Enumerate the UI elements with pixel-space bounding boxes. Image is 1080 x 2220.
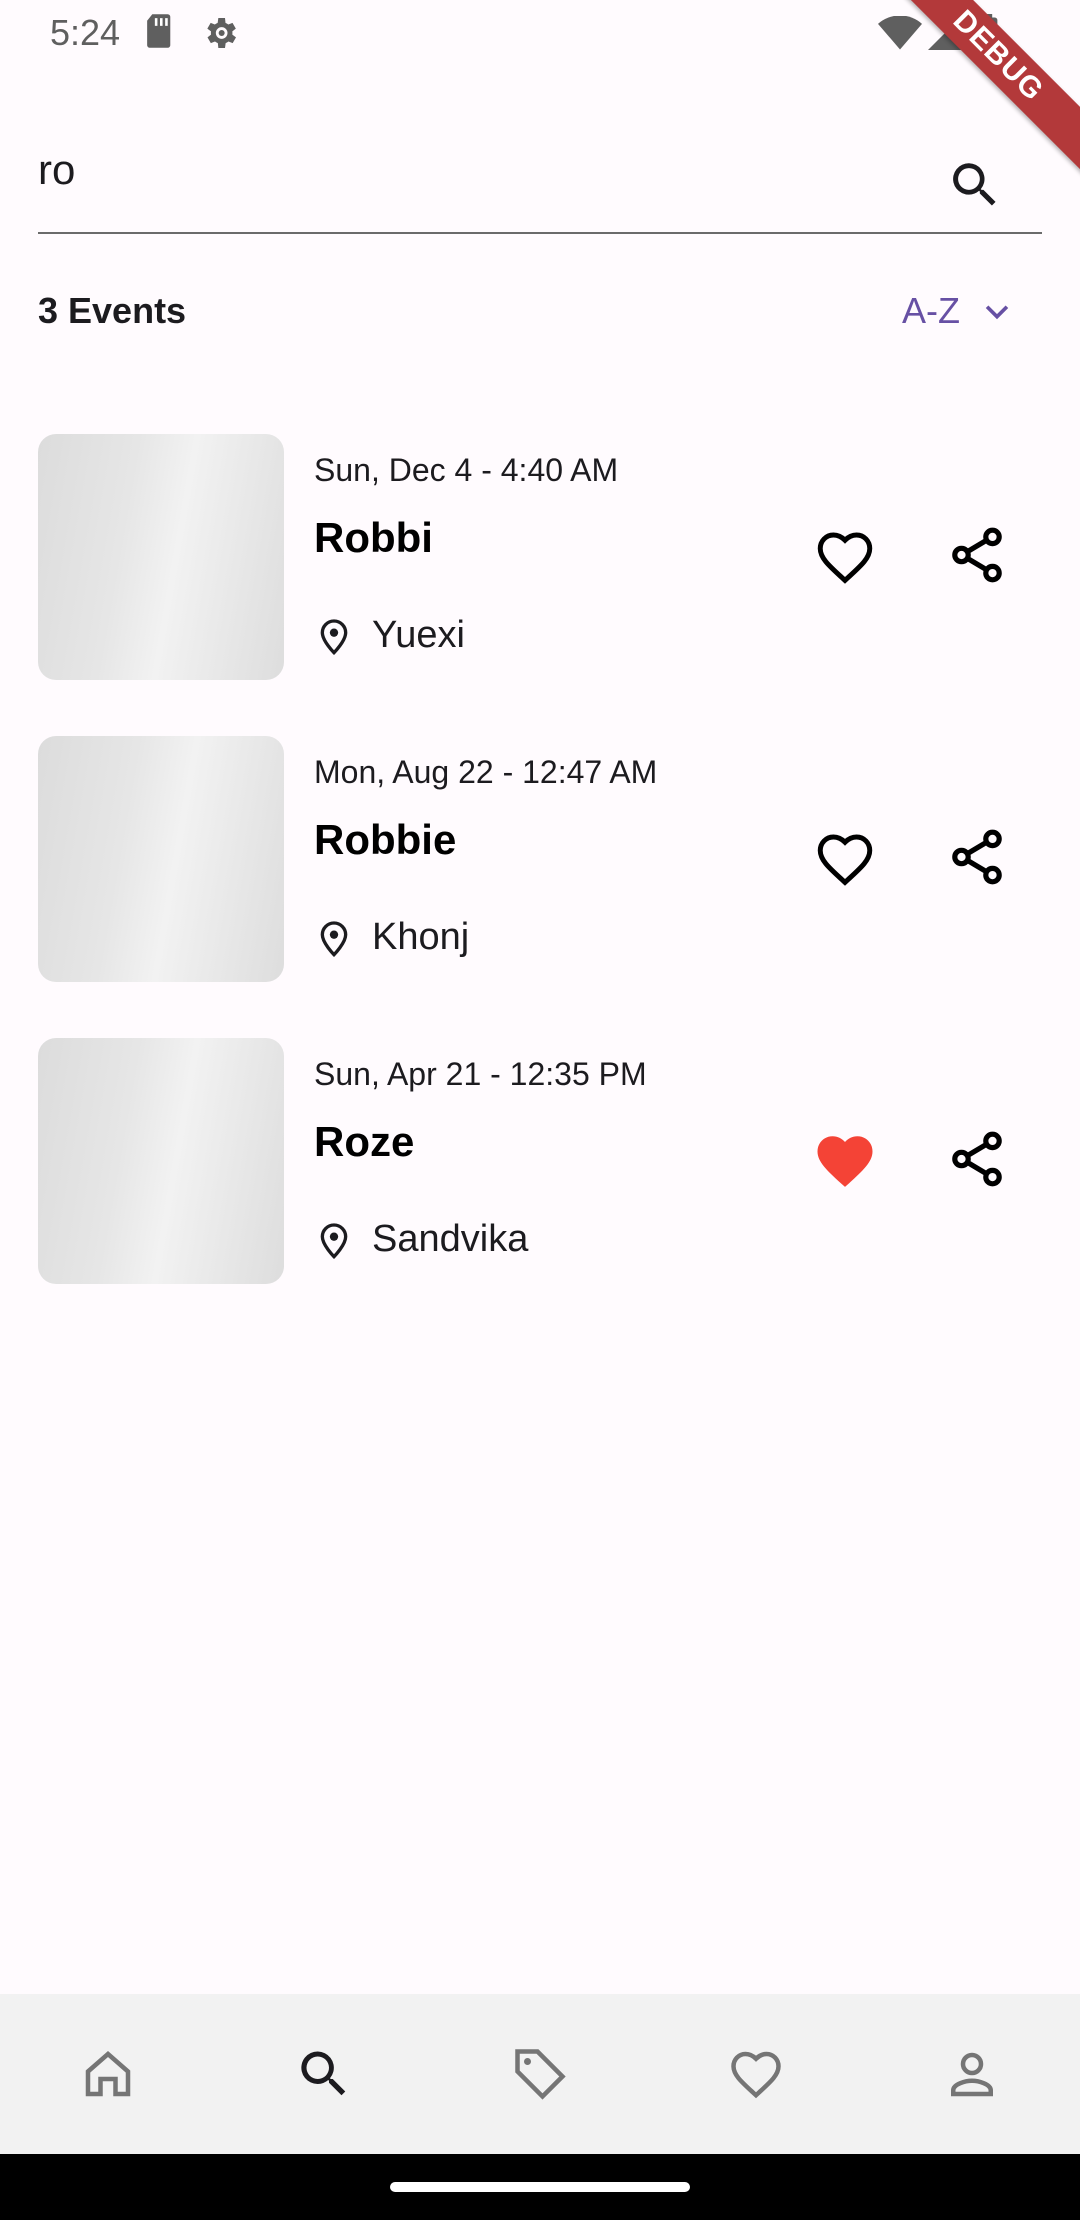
favorite-button[interactable] (812, 524, 878, 590)
event-location-text: Khonj (372, 916, 470, 958)
share-button[interactable] (946, 826, 1008, 888)
results-header: 3 Events A-Z (38, 280, 1042, 340)
search-input[interactable] (38, 140, 918, 200)
search-icon (953, 163, 996, 206)
event-location-text: Yuexi (372, 614, 465, 656)
event-thumbnail (38, 1038, 284, 1284)
bottom-nav (0, 1994, 1080, 2154)
person-icon (951, 2052, 993, 2097)
event-location-text: Sandvika (372, 1218, 529, 1260)
home-gesture-handle[interactable] (390, 2182, 690, 2192)
favorite-button[interactable] (812, 1128, 878, 1194)
settings-icon (200, 13, 240, 58)
wifi-icon (878, 15, 922, 55)
nav-profile[interactable] (932, 2034, 1012, 2114)
favorite-button[interactable] (812, 826, 878, 892)
search-button[interactable] (946, 156, 1004, 214)
share-icon (952, 1131, 1002, 1187)
search-icon (301, 2051, 346, 2096)
event-card[interactable]: Mon, Aug 22 - 12:47 AM Robbie Khonj (38, 736, 1042, 982)
event-location: Khonj (314, 916, 469, 959)
event-thumbnail (38, 434, 284, 680)
heart-outline-icon (817, 532, 873, 584)
event-date: Mon, Aug 22 - 12:47 AM (314, 754, 658, 790)
status-bar: 5:24 (0, 0, 1080, 66)
event-list: Sun, Dec 4 - 4:40 AM Robbi Yuexi Mon, Au… (38, 434, 1042, 1340)
home-icon (85, 2051, 131, 2097)
heart-icon (731, 2051, 781, 2099)
system-gesture-bar (0, 2154, 1080, 2220)
search-bar (38, 120, 1042, 234)
nav-tags[interactable] (500, 2034, 580, 2114)
location-pin-icon (320, 1222, 348, 1259)
event-date: Sun, Apr 21 - 12:35 PM (314, 1056, 647, 1092)
heart-filled-icon (817, 1136, 873, 1187)
share-button[interactable] (946, 524, 1008, 586)
chevron-down-icon (985, 305, 1009, 320)
tag-icon (515, 2049, 566, 2100)
event-thumbnail (38, 736, 284, 982)
nav-favorites[interactable] (716, 2034, 796, 2114)
event-location: Yuexi (314, 614, 465, 657)
event-card[interactable]: Sun, Dec 4 - 4:40 AM Robbi Yuexi (38, 434, 1042, 680)
event-title: Robbi (314, 514, 433, 561)
event-title: Roze (314, 1118, 415, 1165)
event-date: Sun, Dec 4 - 4:40 AM (314, 452, 619, 488)
event-card[interactable]: Sun, Apr 21 - 12:35 PM Roze Sandvika (38, 1038, 1042, 1284)
status-time: 5:24 (50, 12, 121, 53)
event-title: Robbie (314, 816, 457, 863)
heart-outline-icon (817, 834, 873, 886)
nav-home[interactable] (68, 2034, 148, 2114)
share-icon (952, 829, 1002, 885)
location-pin-icon (320, 920, 348, 957)
share-button[interactable] (946, 1128, 1008, 1190)
sort-label: A-Z (902, 290, 960, 331)
share-icon (952, 527, 1002, 583)
event-location: Sandvika (314, 1218, 528, 1261)
sort-dropdown[interactable]: A-Z (902, 286, 1014, 336)
nav-search[interactable] (284, 2034, 364, 2114)
results-count: 3 Events (38, 290, 187, 331)
location-pin-icon (320, 618, 348, 655)
sd-card-icon (144, 13, 176, 54)
